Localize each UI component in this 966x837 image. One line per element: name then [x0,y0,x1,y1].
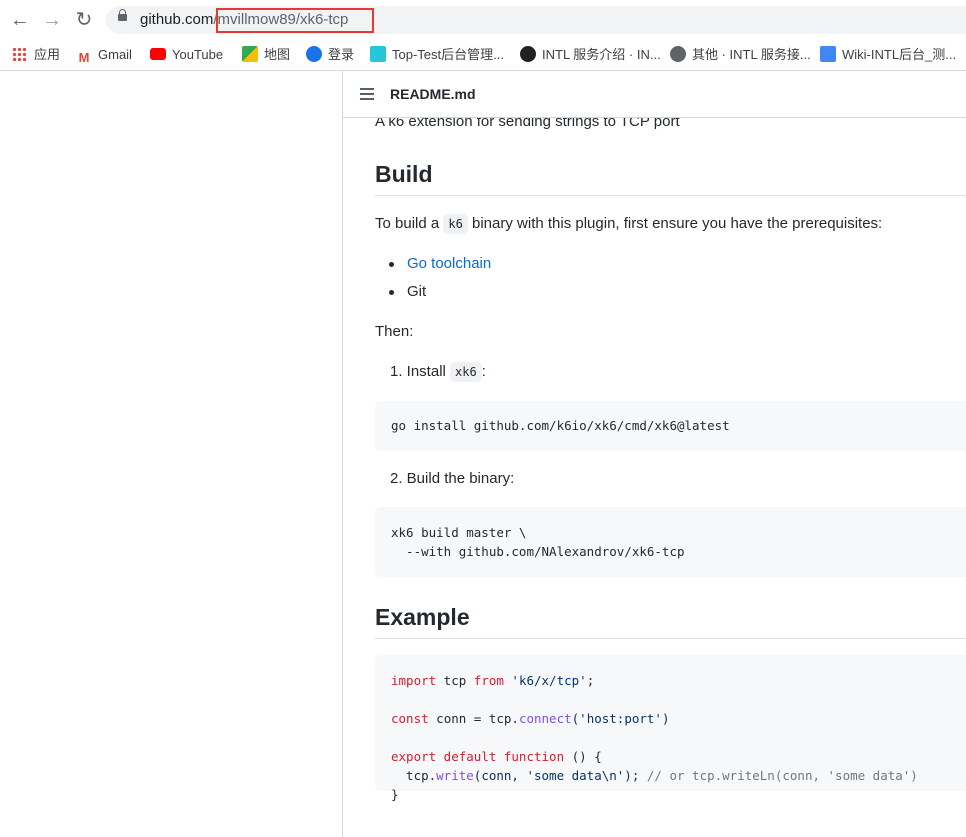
bookmark-youtube[interactable]: YouTube [150,45,223,65]
readme-panel: A k6 extension for sending strings to TC… [343,71,966,837]
bullet [389,290,394,295]
url-highlight-box [216,8,374,33]
outline-list-icon[interactable] [360,88,374,100]
then-text: Then: [375,323,414,340]
example-heading: Example [375,604,470,630]
bookmark-wiki-intl[interactable]: Wiki-INTL后台_测... [820,45,956,65]
inline-code-k6: k6 [443,214,468,234]
code-block-build[interactable]: xk6 build master \ --with github.com/NAl… [375,507,966,577]
go-toolchain-link[interactable]: Go toolchain [407,255,491,272]
bookmark-apps[interactable]: 应用 [12,45,60,65]
bookmark-gmail[interactable]: M Gmail [76,45,132,66]
bullet [389,262,394,267]
maps-icon [242,46,258,62]
forward-icon[interactable]: → [40,8,64,32]
code-line: } [391,787,399,802]
bookmark-other-intl[interactable]: 其他 · INTL 服务接... [670,45,811,65]
left-sidebar [0,71,343,837]
step-1: 1. Install xk6: [390,362,486,382]
build-heading: Build [375,161,433,187]
code-line: go install github.com/k6io/xk6/cmd/xk6@l… [391,418,730,433]
code-line: xk6 build master \ [391,525,527,540]
apps-grid-icon [12,47,26,61]
gmail-icon: M [76,50,92,66]
code-line: import tcp from 'k6/x/tcp'; [391,673,595,688]
browser-toolbar: ← → ↻ github.com/mvillmow89/xk6-tcp [0,0,966,40]
github-icon [520,46,536,62]
divider [375,638,966,639]
top-test-icon [370,46,386,62]
bookmark-maps[interactable]: 地图 [242,45,290,65]
list-item: Go toolchain [407,255,491,272]
lock-icon[interactable] [118,9,127,21]
bookmarks-bar: 应用 M Gmail YouTube 地图 登录 Top-Test后台管理... … [0,40,966,71]
code-line: tcp.write(conn, 'some data\n'); // or tc… [391,768,918,783]
build-paragraph: To build a k6 binary with this plugin, f… [375,214,883,234]
list-item: Git [407,283,427,300]
login-icon [306,46,322,62]
bookmark-login[interactable]: 登录 [306,45,354,65]
youtube-icon [150,48,166,60]
code-block-example[interactable]: import tcp from 'k6/x/tcp'; const conn =… [375,655,966,802]
readme-header: README.md [343,71,966,118]
code-line: --with github.com/NAlexandrov/xk6-tcp [391,544,685,559]
readme-title[interactable]: README.md [390,86,476,102]
divider [375,195,966,196]
reload-icon[interactable]: ↻ [72,8,96,32]
inline-code-xk6: xk6 [450,362,482,382]
step-2: 2. Build the binary: [390,470,515,487]
wiki-icon [820,46,836,62]
globe-icon [670,46,686,62]
code-line: export default function () { [391,749,602,764]
code-block-install[interactable]: go install github.com/k6io/xk6/cmd/xk6@l… [375,401,966,451]
bookmark-top-test[interactable]: Top-Test后台管理... [370,45,504,65]
bookmark-intl-service[interactable]: INTL 服务介绍 · IN... [520,45,661,65]
code-line: const conn = tcp.connect('host:port') [391,711,670,726]
back-icon[interactable]: ← [8,8,32,32]
